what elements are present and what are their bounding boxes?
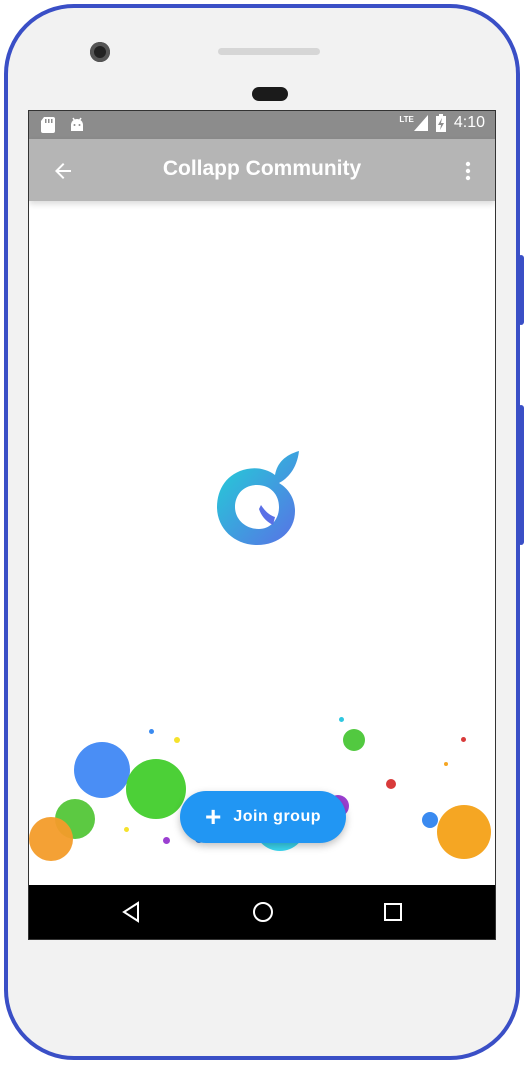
status-time: 4:10 xyxy=(453,114,485,131)
nav-home-icon[interactable] xyxy=(251,900,275,924)
plus-icon: + xyxy=(204,801,222,832)
power-button xyxy=(518,255,524,325)
page-title: Collapp Community xyxy=(162,157,362,180)
navigation-bar xyxy=(29,885,495,939)
nav-back-icon[interactable] xyxy=(119,900,143,924)
volume-button xyxy=(518,405,524,545)
screen: LTE 4:10 Collapp Community + Join group xyxy=(28,110,496,940)
status-bar: LTE 4:10 xyxy=(29,111,495,139)
signal-icon xyxy=(413,115,428,131)
front-camera xyxy=(90,42,110,62)
collapp-logo xyxy=(217,451,299,545)
sd-card-icon xyxy=(41,117,55,133)
app-bar: Collapp Community xyxy=(29,139,495,201)
android-icon xyxy=(71,117,83,131)
join-group-button[interactable]: + Join group xyxy=(180,791,346,843)
proximity-sensor xyxy=(252,87,288,101)
earpiece-speaker xyxy=(218,48,320,55)
nav-recents-icon[interactable] xyxy=(381,900,405,924)
network-type: LTE xyxy=(399,114,414,124)
more-vert-icon[interactable] xyxy=(463,159,473,183)
battery-charging-icon xyxy=(435,114,446,132)
join-group-label: Join group xyxy=(233,808,321,825)
